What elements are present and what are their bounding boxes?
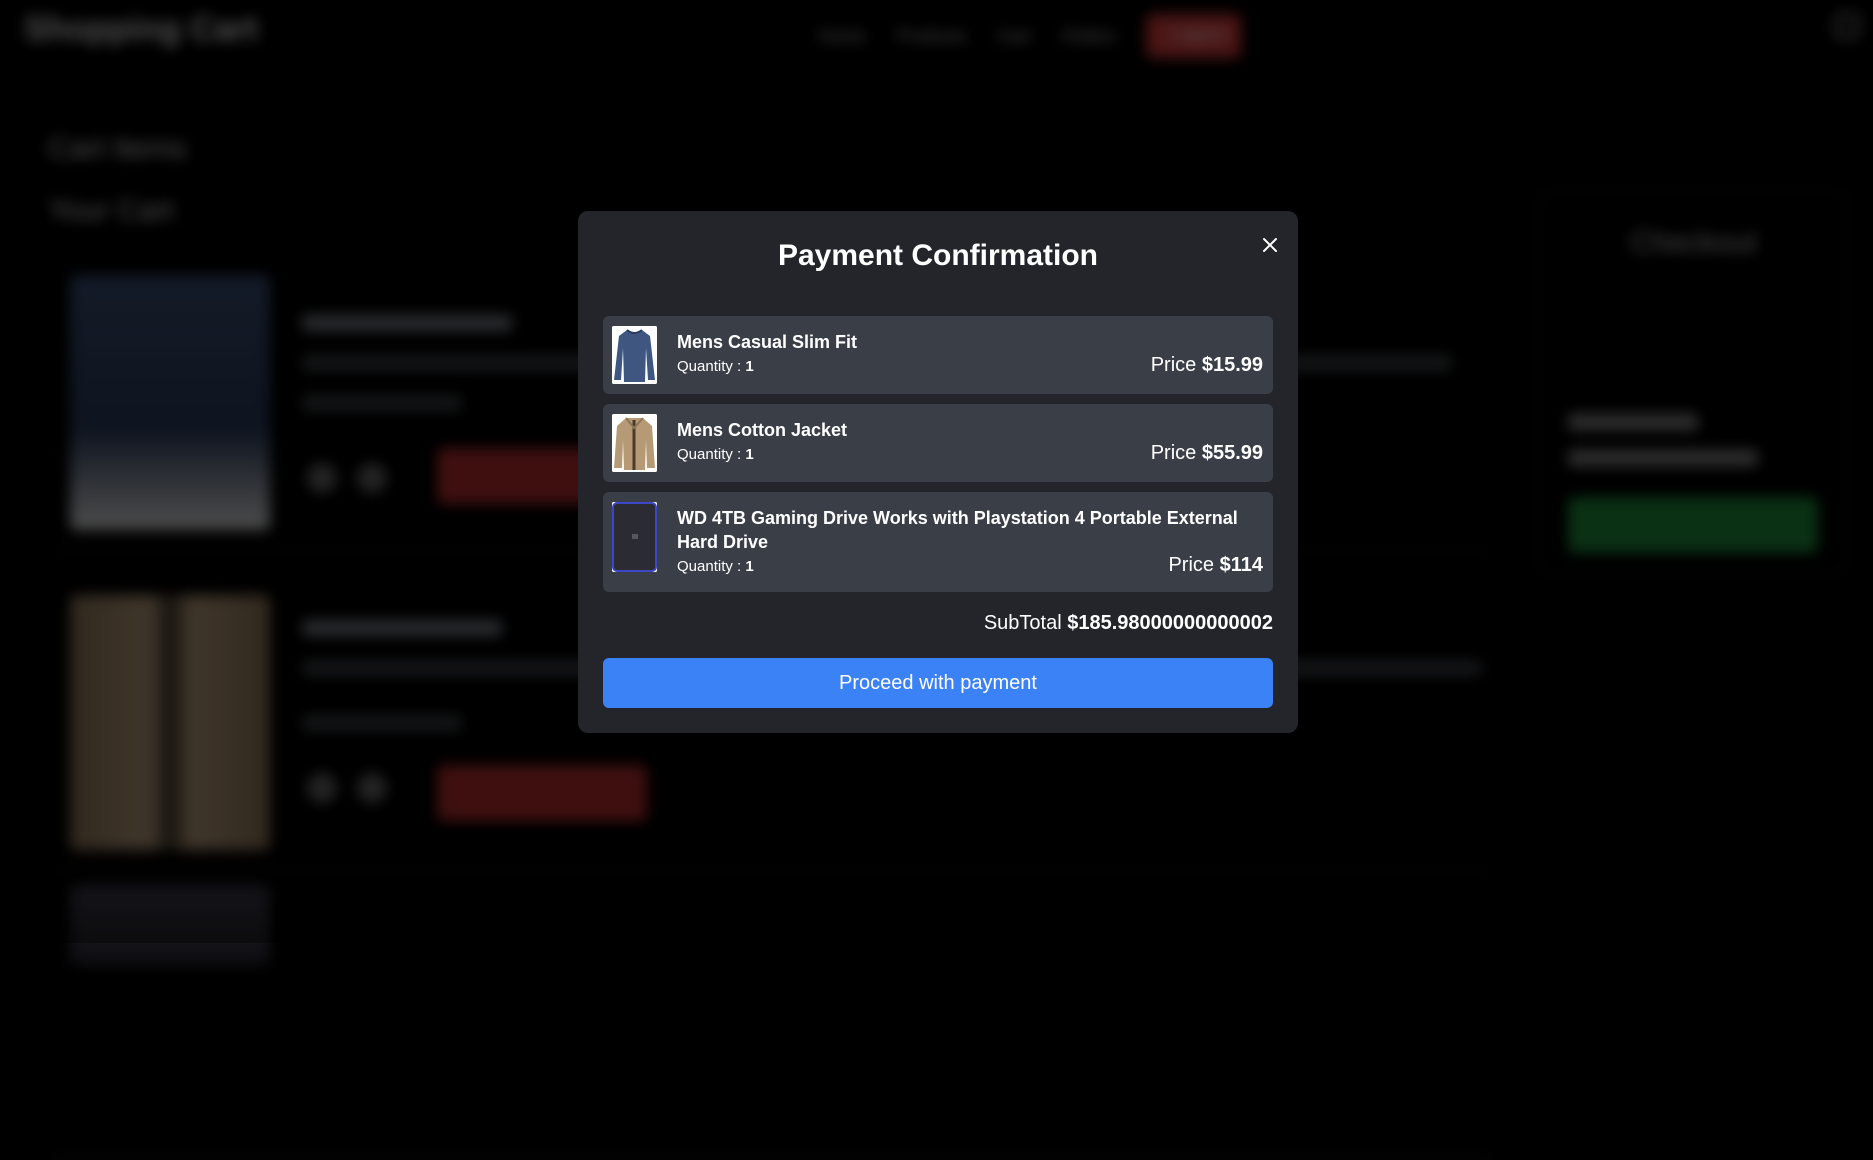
price-label: Price [1168, 554, 1215, 576]
payment-confirmation-modal: Payment Confirmation Mens Casual Slim Fi… [578, 211, 1298, 733]
price-value: $15.99 [1201, 354, 1263, 376]
item-name: WD 4TB Gaming Drive Works with Playstati… [677, 508, 1238, 552]
price-value: $114 [1219, 554, 1263, 576]
shirt-thumbnail [612, 326, 657, 384]
quantity-value: 1 [745, 358, 754, 375]
subtotal-label: SubTotal [983, 612, 1062, 634]
price-label: Price [1150, 442, 1197, 464]
order-item: Mens Casual Slim Fit Quantity : 1 Price … [603, 316, 1273, 394]
order-item: WD 4TB Gaming Drive Works with Playstati… [603, 492, 1273, 592]
price-value: $55.99 [1201, 442, 1263, 464]
item-name: Mens Casual Slim Fit [677, 332, 858, 352]
subtotal-value: $185.98000000000002 [1067, 612, 1273, 634]
order-items-list: Mens Casual Slim Fit Quantity : 1 Price … [603, 316, 1273, 602]
item-price: Price $15.99 [1151, 354, 1263, 377]
item-name: Mens Cotton Jacket [677, 420, 848, 440]
proceed-with-payment-button[interactable]: Proceed with payment [603, 658, 1273, 708]
close-icon [1263, 238, 1277, 252]
hard-drive-thumbnail [612, 502, 657, 572]
jacket-thumbnail [612, 414, 657, 472]
quantity-value: 1 [745, 446, 754, 463]
item-quantity: Quantity : 1 [677, 358, 754, 375]
quantity-value: 1 [745, 558, 754, 575]
quantity-label: Quantity : [677, 358, 742, 375]
item-price: Price $114 [1168, 554, 1263, 577]
modal-title: Payment Confirmation [777, 239, 1099, 272]
item-quantity: Quantity : 1 [677, 446, 754, 463]
quantity-label: Quantity : [677, 446, 742, 463]
price-label: Price [1150, 354, 1197, 376]
item-price: Price $55.99 [1151, 442, 1263, 465]
subtotal: SubTotal $185.98000000000002 [984, 612, 1273, 635]
order-item: Mens Cotton Jacket Quantity : 1 Price $5… [603, 404, 1273, 482]
quantity-label: Quantity : [677, 558, 742, 575]
close-button[interactable] [1256, 231, 1284, 259]
item-quantity: Quantity : 1 [677, 558, 754, 575]
